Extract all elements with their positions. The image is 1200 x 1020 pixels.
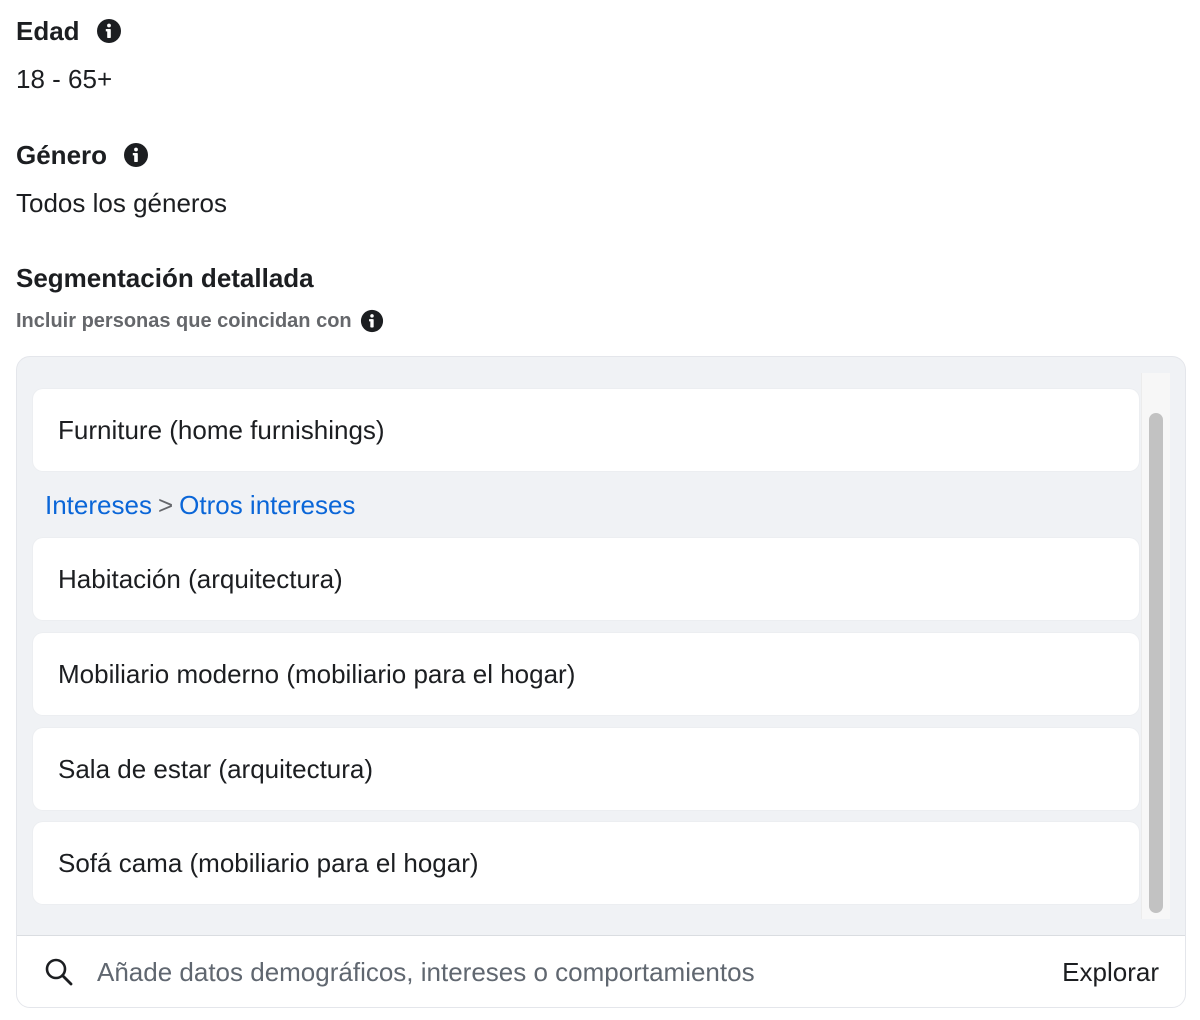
targeting-item[interactable]: Sala de estar (arquitectura) <box>33 728 1139 810</box>
targeting-item[interactable]: Sofá cama (mobiliario para el hogar) <box>33 822 1139 904</box>
breadcrumb-intereses-link[interactable]: Intereses <box>45 490 152 520</box>
targeting-item-label: Furniture (home furnishings) <box>58 414 385 445</box>
explore-button[interactable]: Explorar <box>1062 954 1159 990</box>
targeting-item[interactable]: Furniture (home furnishings) <box>33 389 1139 471</box>
search-bar: Explorar <box>17 935 1185 1007</box>
breadcrumb-separator: > <box>157 490 174 520</box>
targeting-item[interactable]: Habitación (arquitectura) <box>33 538 1139 620</box>
gender-value: Todos los géneros <box>16 188 228 218</box>
targeting-item-label: Habitación (arquitectura) <box>58 563 343 594</box>
info-icon[interactable] <box>123 142 149 168</box>
targeting-box: Furniture (home furnishings) Intereses > O… <box>16 356 1186 1008</box>
subtitle-text: Incluir personas que coincidan con <box>16 310 352 332</box>
targeting-item[interactable]: Mobiliario moderno (mobiliario para el h… <box>33 633 1139 715</box>
search-input[interactable] <box>97 950 1037 994</box>
age-section-title: Edad <box>16 16 122 46</box>
breadcrumb: Intereses > Otros intereses <box>45 489 355 521</box>
detailed-targeting-subtitle: Incluir personas que coincidan con <box>16 308 384 334</box>
info-icon[interactable] <box>360 309 384 333</box>
age-title: Edad <box>16 16 80 46</box>
detailed-targeting-title-text: Segmentación detallada <box>16 263 314 293</box>
detailed-targeting-title: Segmentación detallada <box>16 263 314 293</box>
scrollbar-track[interactable] <box>1141 373 1170 919</box>
targeting-item-label: Sofá cama (mobiliario para el hogar) <box>58 847 479 878</box>
targeting-list: Furniture (home furnishings) Intereses > O… <box>17 357 1185 935</box>
audience-panel: Edad 18 - 65+ Género Todos los géneros S… <box>0 0 1200 1020</box>
age-value: 18 - 65+ <box>16 64 113 94</box>
breadcrumb-otros-intereses-link[interactable]: Otros intereses <box>179 490 355 520</box>
info-icon[interactable] <box>96 18 122 44</box>
search-icon <box>43 956 75 988</box>
gender-title: Género <box>16 140 108 170</box>
targeting-item-label: Sala de estar (arquitectura) <box>58 753 374 784</box>
gender-section-title: Género <box>16 140 149 170</box>
targeting-item-label: Mobiliario moderno (mobiliario para el h… <box>58 658 576 689</box>
scrollbar-thumb[interactable] <box>1149 413 1163 913</box>
